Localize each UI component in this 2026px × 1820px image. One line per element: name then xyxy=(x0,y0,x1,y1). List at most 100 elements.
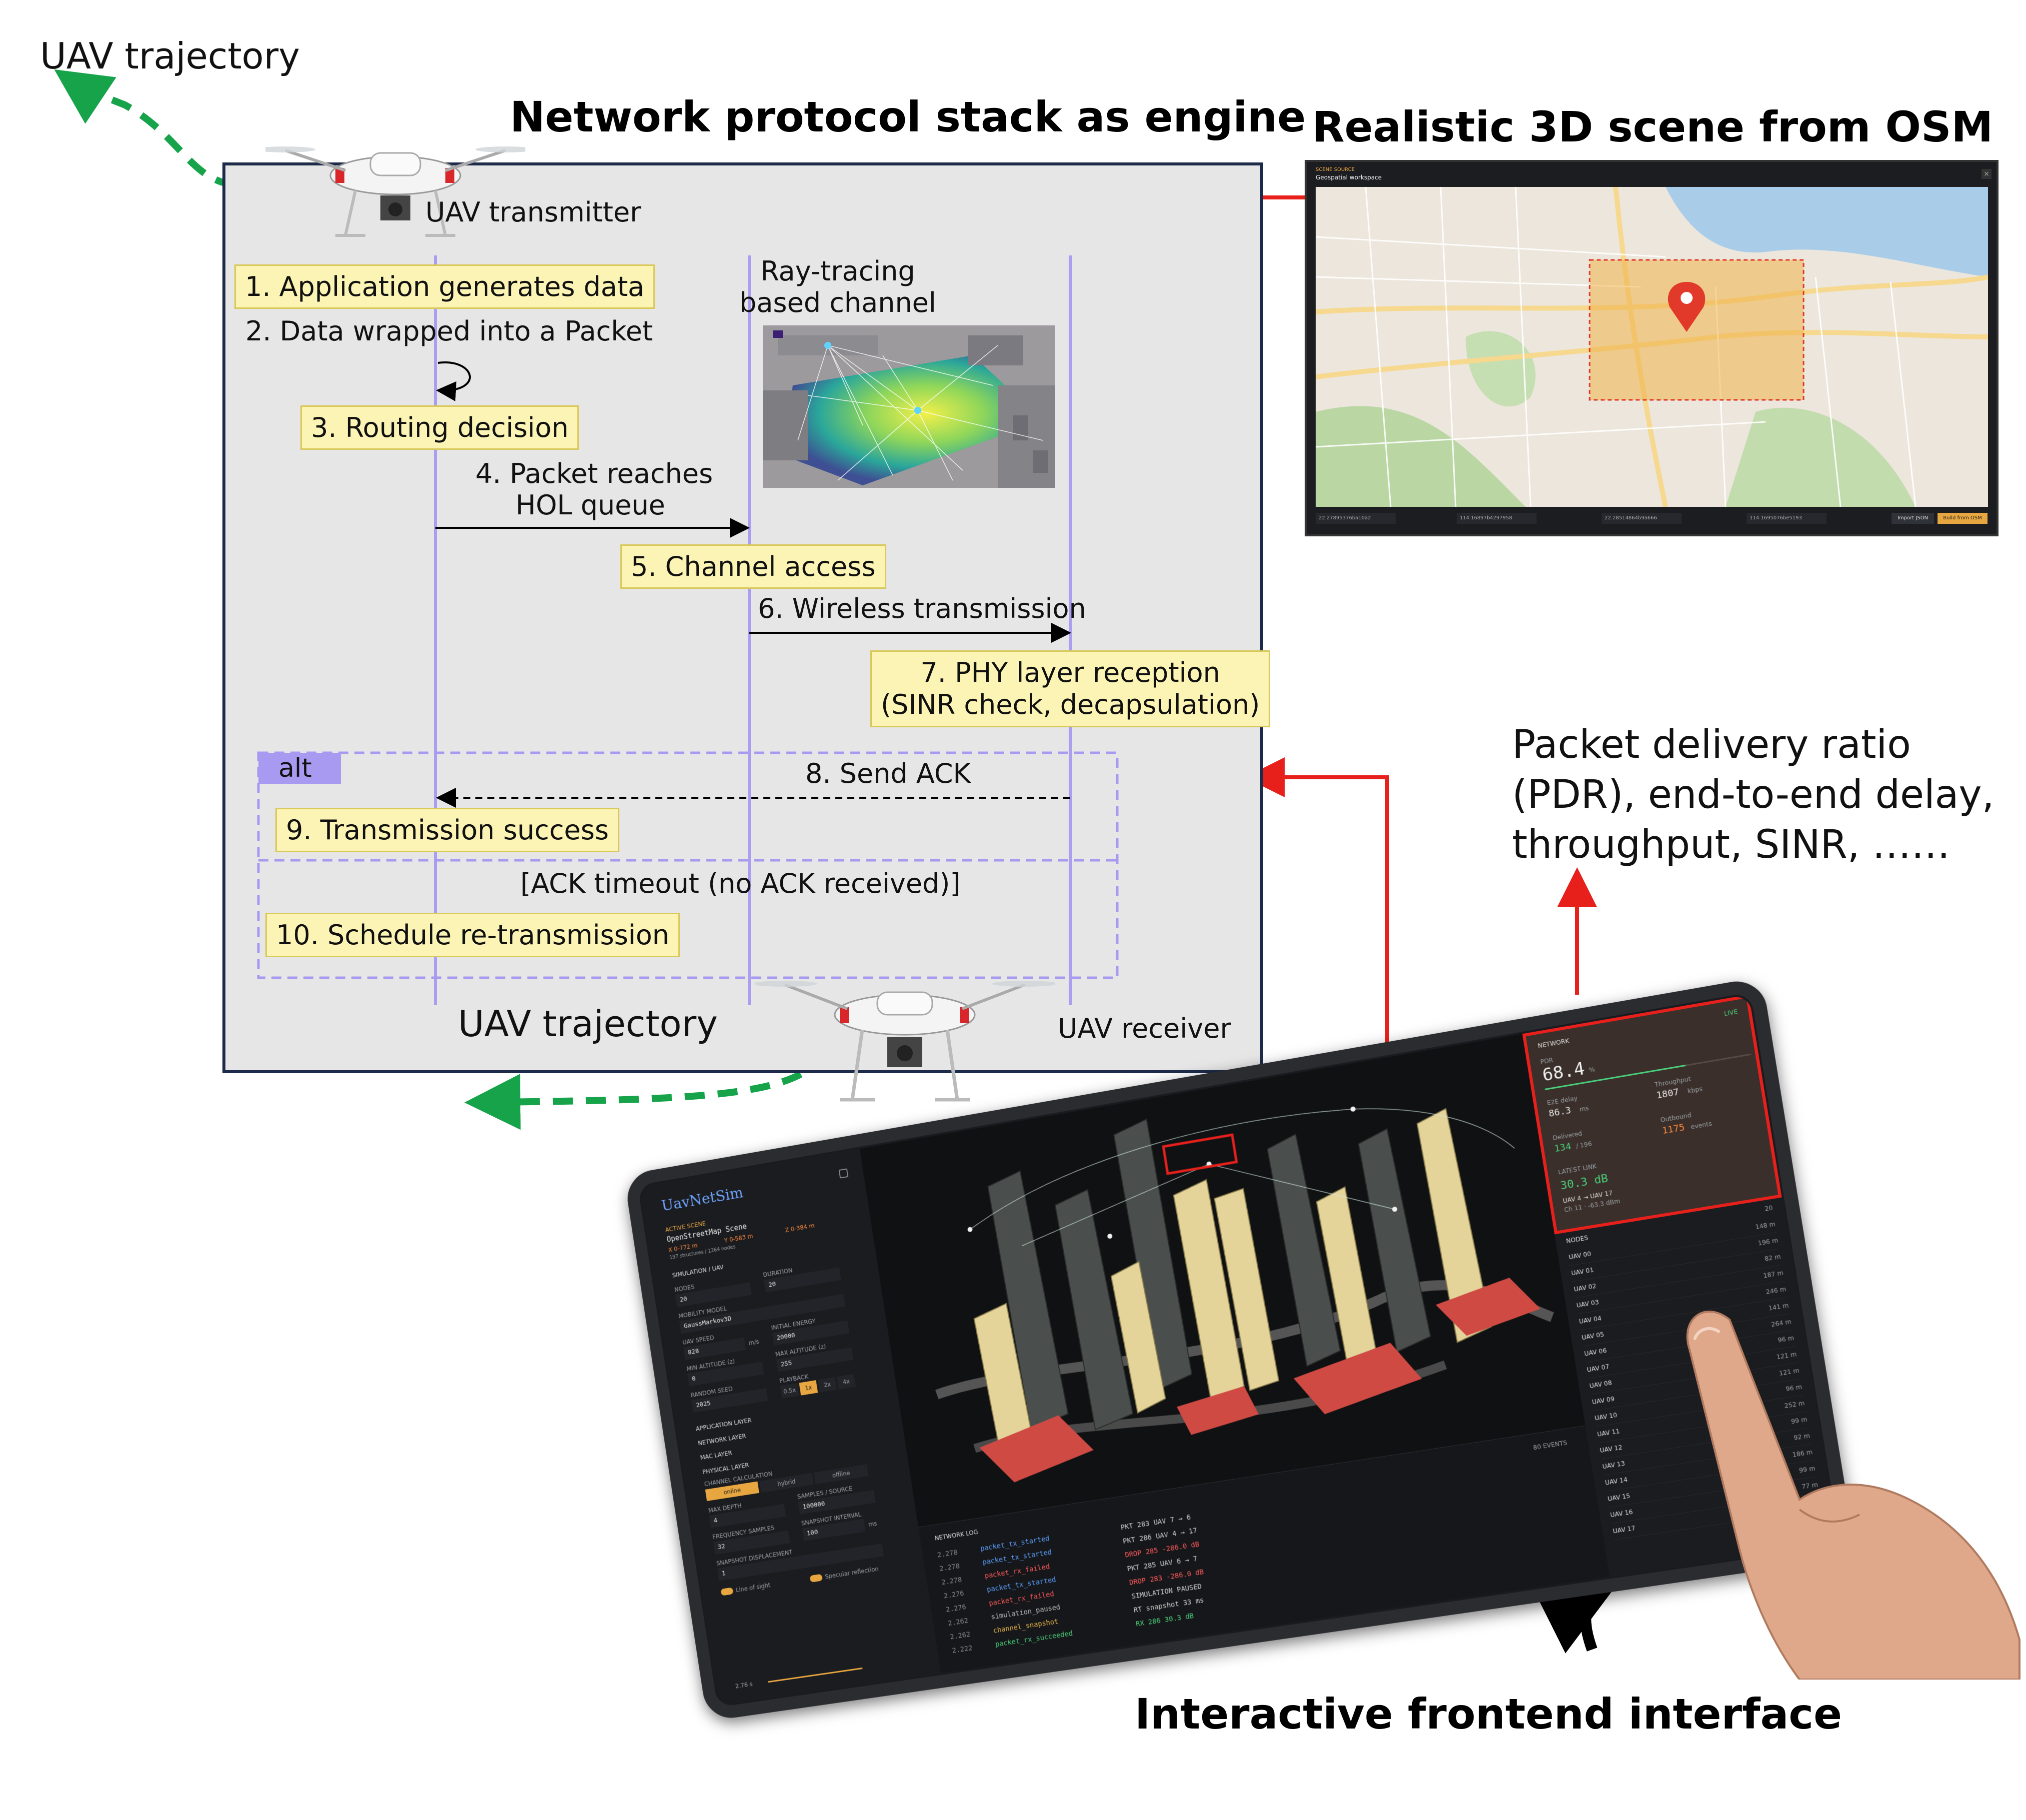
map-coord-4[interactable]: 114.1695076be5193 xyxy=(1747,513,1827,524)
frontend-title: Interactive frontend interface xyxy=(1135,1690,1842,1739)
e2e-value: 86.3 xyxy=(1548,1105,1572,1120)
nodes-header: NODES xyxy=(1565,1234,1589,1245)
ray-tracing-render xyxy=(763,325,1055,488)
build-from-osm-button[interactable]: Build from OSM xyxy=(1938,513,1988,524)
simulation-section-header[interactable]: SIMULATION / UAV xyxy=(672,1264,724,1279)
green-trajectory-top xyxy=(54,69,235,188)
map-close-button[interactable]: × xyxy=(1982,169,1992,179)
receiver-label: UAV receiver xyxy=(1058,1013,1231,1044)
footer-time: 2.76 s xyxy=(735,1681,753,1690)
sinr-value: 30.3 dB xyxy=(1559,1172,1609,1193)
step-1-box: 1. Application generates data xyxy=(234,264,655,309)
outbound-unit: events xyxy=(1690,1120,1713,1131)
map-canvas[interactable] xyxy=(1316,187,1988,507)
step-6-text: 6. Wireless transmission xyxy=(758,593,1086,624)
notification-icon[interactable] xyxy=(838,1168,849,1179)
throughput-value: 1807 xyxy=(1656,1086,1680,1101)
step-2-text: 2. Data wrapped into a Packet xyxy=(245,315,653,347)
playback-0.5x[interactable]: 0.5x xyxy=(780,1383,799,1399)
metrics-line-1: Packet delivery ratio xyxy=(1512,722,1911,767)
live-badge: LIVE xyxy=(1723,1008,1739,1018)
physical-layer-section[interactable]: PHYSICAL LAYER xyxy=(702,1462,749,1476)
node-name: UAV 17 xyxy=(1612,1524,1636,1535)
map-coord-1[interactable]: 22.27895376ba10a2 xyxy=(1316,513,1396,524)
map-header-title: Geospatial workspace xyxy=(1316,174,1382,181)
e2e-unit: ms xyxy=(1579,1104,1590,1113)
outbound-label: Outbound xyxy=(1660,1111,1692,1124)
metrics-line-3: throughput, SINR, …… xyxy=(1512,822,1951,867)
node-name: UAV 13 xyxy=(1602,1460,1626,1471)
step-7-box: 7. PHY layer reception (SINR check, deca… xyxy=(870,650,1271,727)
metrics-line-2: (PDR), end-to-end delay, xyxy=(1512,772,1995,817)
application-layer-section[interactable]: APPLICATION LAYER xyxy=(695,1417,752,1432)
network-panel-header: NETWORK xyxy=(1537,1037,1570,1050)
playback-4x[interactable]: 4x xyxy=(836,1374,856,1390)
node-name: UAV 16 xyxy=(1610,1508,1634,1519)
latest-link-label: LATEST LINK xyxy=(1558,1162,1598,1176)
step-8-text: 8. Send ACK xyxy=(805,758,971,789)
pdr-unit: % xyxy=(1588,1066,1596,1074)
scene-z-extent: Z 0-384 m xyxy=(784,1222,815,1234)
node-distance: 148 m xyxy=(1755,1220,1776,1231)
map-coord-2[interactable]: 114.16897b4297958 xyxy=(1457,513,1537,524)
playback-1x[interactable]: 1x xyxy=(799,1380,818,1396)
network-log-event-count: 80 EVENTS xyxy=(1533,1439,1568,1452)
channel-label-line2: based channel xyxy=(739,287,936,318)
alt-condition-text: [ACK timeout (no ACK received)] xyxy=(520,868,961,899)
playback-2x[interactable]: 2x xyxy=(818,1377,837,1393)
import-json-button[interactable]: Import JSON xyxy=(1892,513,1934,524)
step-7-line2: (SINR check, decapsulation) xyxy=(881,689,1260,720)
step-3-box: 3. Routing decision xyxy=(300,405,579,450)
node-distance: 187 m xyxy=(1763,1269,1784,1280)
channel-label-line1: Ray-tracing xyxy=(760,255,915,287)
specular-toggle[interactable] xyxy=(809,1574,823,1583)
network-metrics-panel: NETWORK LIVE PDR 68.4 % E2E delay 86.3 m… xyxy=(1522,994,1782,1235)
delivered-value: 134 xyxy=(1553,1141,1572,1155)
app-name: UavNetSim xyxy=(660,1184,745,1215)
speed-unit: m/s xyxy=(748,1338,760,1347)
uav-trajectory-label-mid: UAV trajectory xyxy=(458,1003,718,1045)
los-toggle[interactable] xyxy=(720,1587,734,1596)
map-coord-3[interactable]: 22.28514864b9a666 xyxy=(1602,513,1682,524)
e2e-label: E2E delay xyxy=(1546,1094,1578,1107)
map-tiles xyxy=(1316,187,1988,507)
map-header-small: SCENE SOURCE xyxy=(1316,167,1355,172)
calc-offline[interactable]: offline xyxy=(814,1464,869,1485)
transmitter-label: UAV transmitter xyxy=(425,196,641,228)
step-5-box: 5. Channel access xyxy=(620,544,886,589)
network-log-header: NETWORK LOG xyxy=(934,1528,979,1542)
step-4-line2: HOL queue xyxy=(515,489,665,521)
step-4-line1: 4. Packet reaches xyxy=(475,458,713,489)
node-distance: 196 m xyxy=(1757,1237,1779,1247)
los-label: Line of sight xyxy=(735,1582,771,1594)
drone-icon xyxy=(752,981,1057,1102)
ray-tracing-image xyxy=(763,325,1055,488)
outbound-value: 1175 xyxy=(1661,1122,1686,1137)
step-4-text: 4. Packet reaches HOL queue xyxy=(475,458,713,521)
step-7-line1: 7. PHY layer reception xyxy=(920,657,1220,688)
sequence-diagram-panel: alt UAV transmitter Ray-tracing based ch… xyxy=(222,146,1271,1073)
step-10-box: 10. Schedule re-transmission xyxy=(265,913,680,957)
footer-progress[interactable] xyxy=(768,1667,863,1683)
mac-layer-section[interactable]: MAC LAYER xyxy=(700,1450,733,1461)
hand-illustration xyxy=(1686,1310,2021,1680)
metrics-note: Packet delivery ratio (PDR), end-to-end … xyxy=(1512,720,1994,870)
self-loop-arrow xyxy=(436,361,471,401)
delivered-total: / 196 xyxy=(1575,1140,1593,1150)
node-name: UAV 15 xyxy=(1607,1492,1631,1503)
specular-label: Specular reflection xyxy=(824,1565,879,1581)
network-layer-section[interactable]: NETWORK LAYER xyxy=(697,1433,746,1447)
throughput-unit: kbps xyxy=(1687,1085,1703,1095)
channel-label: Ray-tracing based channel xyxy=(738,255,938,318)
drone-receiver xyxy=(752,950,1057,1132)
snapshot-interval-unit: ms xyxy=(868,1520,878,1528)
alt-tag: alt xyxy=(258,753,341,784)
osm-map-window: SCENE SOURCE Geospatial workspace × 22.2 xyxy=(1305,160,1999,536)
drone-icon xyxy=(255,146,535,237)
throughput-label: Throughput xyxy=(1654,1075,1692,1089)
delivered-label: Delivered xyxy=(1552,1130,1583,1142)
scene-y-extent: Y 0-583 m xyxy=(723,1232,754,1244)
drone-transmitter xyxy=(255,120,535,252)
step-9-box: 9. Transmission success xyxy=(275,808,619,852)
nodes-count: 20 xyxy=(1764,1204,1774,1213)
